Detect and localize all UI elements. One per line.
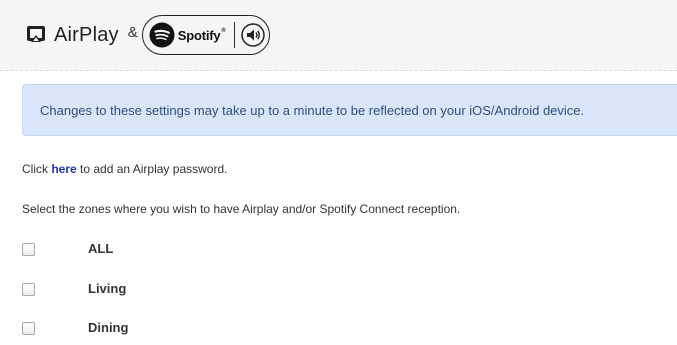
trademark-symbol: ® [221, 27, 226, 34]
spotify-connect-badge: Spotify® [141, 15, 270, 55]
speaker-icon [240, 23, 265, 47]
password-instruction: Click here to add an Airplay password. [22, 162, 227, 176]
zone-row-living: Living [22, 281, 126, 297]
airplay-title: AirPlay [54, 23, 119, 46]
spotify-wordmark: Spotify® [178, 28, 226, 43]
badge-divider [233, 22, 235, 48]
settings-notice-text: Changes to these settings may take up to… [40, 103, 585, 118]
zone-row-dining: Dining [22, 320, 128, 336]
header-title-row: AirPlay & Spotify® [26, 15, 270, 55]
zone-label-dining: Dining [88, 320, 129, 335]
add-password-link[interactable]: here [51, 162, 76, 176]
zones-instruction: Select the zones where you wish to have … [22, 202, 461, 216]
zone-label-all: ALL [88, 241, 114, 256]
spotify-wordmark-text: Spotify [177, 27, 221, 43]
password-prefix: Click [22, 162, 52, 176]
password-suffix: to add an Airplay password. [76, 162, 228, 176]
zone-row-all: ALL [22, 241, 113, 257]
settings-notice-alert: Changes to these settings may take up to… [22, 84, 677, 136]
page-header: AirPlay & Spotify® [0, 0, 677, 71]
zone-checkbox-all[interactable] [22, 242, 35, 256]
zone-checkbox-living[interactable] [22, 282, 35, 296]
ampersand: & [127, 23, 138, 41]
zone-label-living: Living [88, 281, 127, 296]
spotify-logo: Spotify® [149, 22, 226, 48]
airplay-icon [27, 26, 45, 42]
spotify-icon [149, 22, 175, 48]
zone-checkbox-dining[interactable] [22, 321, 35, 335]
